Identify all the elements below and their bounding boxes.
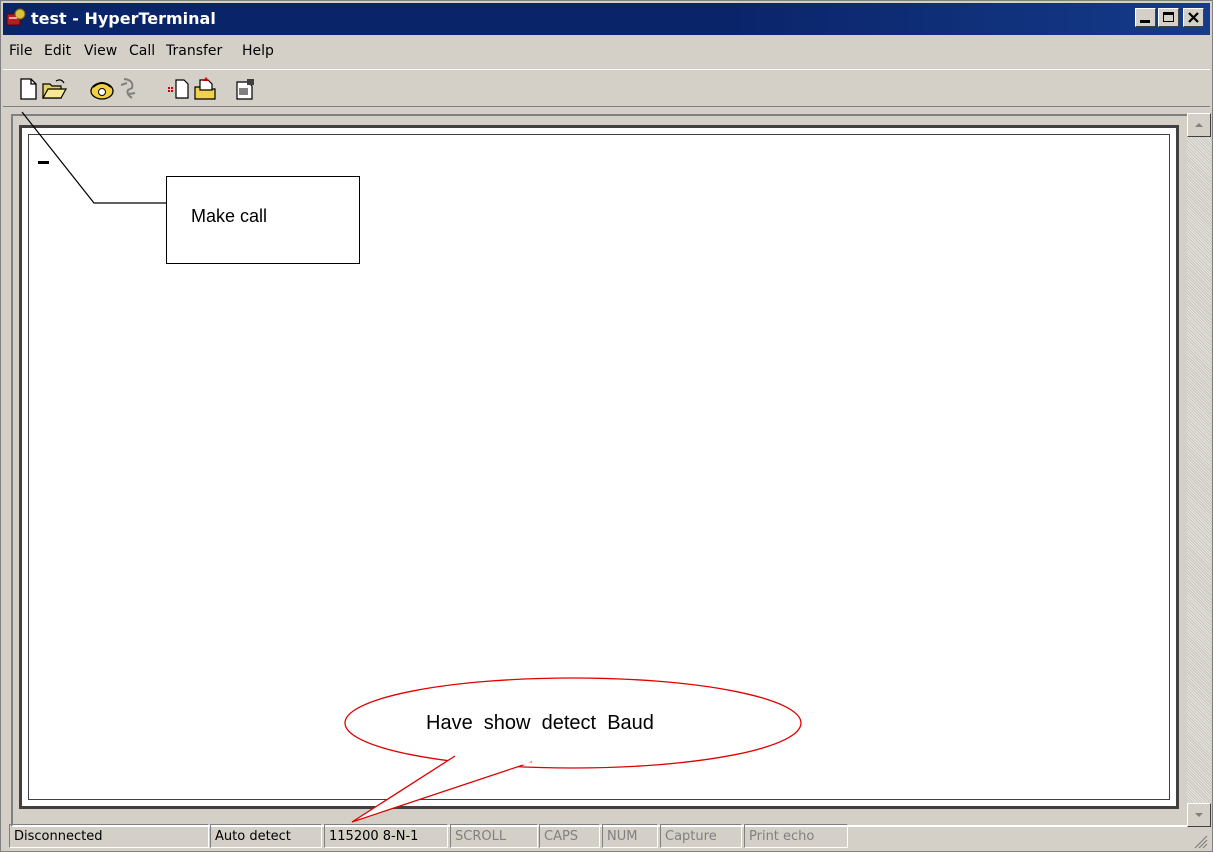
minimize-icon — [1140, 20, 1150, 23]
callout-label: Make call — [191, 206, 268, 226]
new-icon — [20, 78, 37, 100]
status-detect: Auto detect — [210, 824, 322, 848]
scroll-up-button[interactable] — [1187, 113, 1211, 137]
menu-edit[interactable]: Edit — [44, 43, 71, 59]
open-icon — [41, 79, 68, 99]
close-button[interactable] — [1183, 8, 1204, 27]
up-arrow-icon — [1195, 123, 1203, 127]
title-bar[interactable]: test - HyperTerminal — [3, 3, 1210, 35]
call-button[interactable] — [89, 76, 115, 102]
minimize-button[interactable] — [1135, 8, 1156, 27]
open-button[interactable] — [41, 76, 68, 102]
status-connection: Disconnected — [9, 824, 209, 848]
menu-bar: File Edit View Call Transfer Help — [3, 39, 1210, 63]
make-call-callout: Make call — [166, 176, 360, 264]
status-scroll: SCROLL — [450, 824, 538, 848]
menu-view[interactable]: View — [84, 43, 117, 59]
properties-button[interactable] — [232, 76, 258, 102]
properties-icon — [236, 79, 254, 100]
maximize-button[interactable] — [1158, 8, 1179, 27]
hyperterminal-app-icon — [6, 8, 26, 26]
status-capture: Capture — [660, 824, 742, 848]
bubble-label: Have show detect Baud — [426, 712, 654, 734]
resize-grip-icon[interactable] — [1190, 831, 1208, 849]
status-num: NUM — [602, 824, 658, 848]
vertical-scrollbar[interactable] — [1187, 113, 1211, 827]
maximize-icon — [1163, 12, 1174, 22]
status-settings: 115200 8-N-1 — [324, 824, 448, 848]
menu-help[interactable]: Help — [242, 43, 274, 59]
toolbar — [3, 69, 1210, 107]
menu-call[interactable]: Call — [129, 43, 155, 59]
new-button[interactable] — [15, 76, 41, 102]
terminal-cursor — [38, 161, 49, 164]
receive-icon — [194, 77, 216, 100]
status-bar: Disconnected Auto detect 115200 8-N-1 SC… — [3, 823, 1210, 851]
close-icon — [1188, 12, 1199, 23]
send-button[interactable] — [165, 76, 191, 102]
call-icon — [90, 82, 114, 100]
menu-transfer[interactable]: Transfer — [166, 43, 222, 59]
receive-button[interactable] — [192, 76, 218, 102]
menu-file[interactable]: File — [9, 43, 32, 59]
status-print-echo: Print echo — [744, 824, 848, 848]
window-title: test - HyperTerminal — [31, 9, 216, 28]
disconnect-icon — [120, 78, 136, 99]
send-icon — [168, 79, 189, 99]
disconnect-button[interactable] — [116, 76, 142, 102]
status-caps: CAPS — [539, 824, 600, 848]
